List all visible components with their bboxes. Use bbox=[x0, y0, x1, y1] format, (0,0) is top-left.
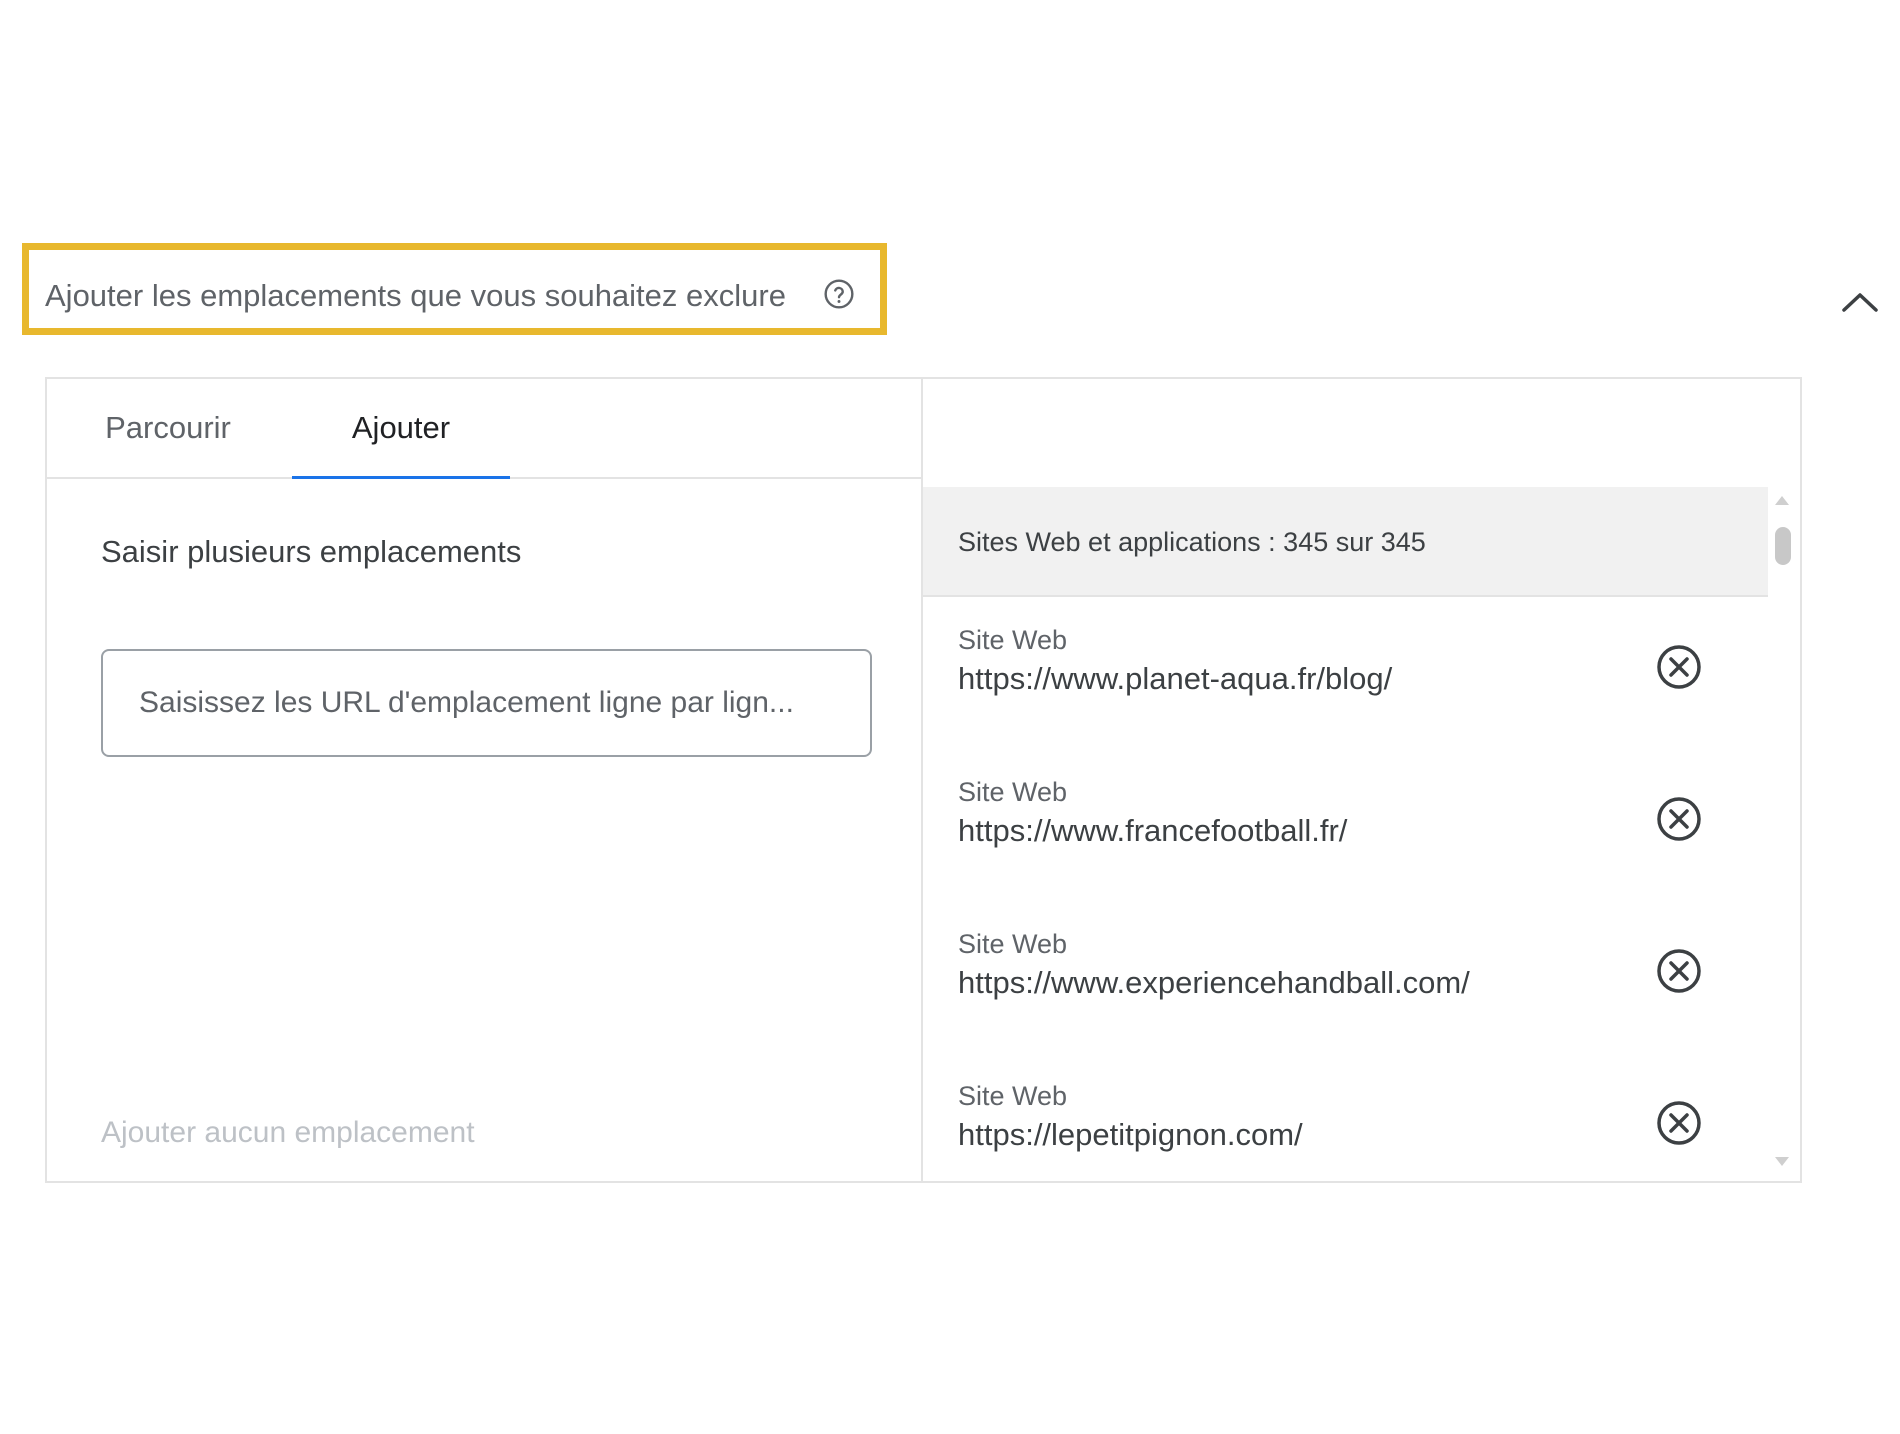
add-pane: Parcourir Ajouter Saisir plusieurs empla… bbox=[47, 379, 923, 1181]
remove-button[interactable] bbox=[1653, 793, 1705, 845]
scroll-thumb[interactable] bbox=[1775, 527, 1791, 565]
help-circle-icon[interactable] bbox=[823, 278, 855, 310]
page: Ajouter les emplacements que vous souhai… bbox=[0, 0, 1900, 1434]
list-count: Sites Web et applications : 345 sur 345 bbox=[958, 527, 1426, 557]
tab-add[interactable]: Ajouter bbox=[292, 379, 510, 479]
tab-browse[interactable]: Parcourir bbox=[93, 379, 243, 477]
add-none-button[interactable]: Ajouter aucun emplacement bbox=[101, 1116, 475, 1150]
close-circle-icon bbox=[1657, 1101, 1701, 1145]
scroll-down-arrow-icon[interactable] bbox=[1775, 1157, 1789, 1167]
item-url: https://lepetitpignon.com/ bbox=[958, 1117, 1303, 1152]
url-input[interactable] bbox=[101, 649, 872, 757]
close-circle-icon bbox=[1657, 645, 1701, 689]
item-url: https://www.experiencehandball.com/ bbox=[958, 965, 1470, 1000]
item-type: Site Web bbox=[958, 1081, 1068, 1111]
item-url: https://www.planet-aqua.fr/blog/ bbox=[958, 661, 1393, 696]
list-scrollbar[interactable] bbox=[1768, 487, 1796, 1179]
enter-multiple-label: Saisir plusieurs emplacements bbox=[101, 534, 522, 569]
placement-panel: Parcourir Ajouter Saisir plusieurs empla… bbox=[45, 377, 1802, 1183]
remove-button[interactable] bbox=[1653, 1097, 1705, 1149]
collapse-button[interactable] bbox=[1838, 280, 1882, 324]
list-item: Site Web https://www.francefootball.fr/ bbox=[923, 749, 1768, 899]
item-type: Site Web bbox=[958, 625, 1068, 655]
excluded-list-pane: Sites Web et applications : 345 sur 345 … bbox=[923, 379, 1800, 1181]
section-title: Ajouter les emplacements que vous souhai… bbox=[45, 278, 786, 313]
list-item: Site Web https://lepetitpignon.com/ bbox=[923, 1053, 1768, 1179]
list-item: Site Web https://www.experiencehandball.… bbox=[923, 901, 1768, 1051]
chevron-up-icon bbox=[1842, 293, 1878, 312]
item-type: Site Web bbox=[958, 929, 1068, 959]
close-circle-icon bbox=[1657, 949, 1701, 993]
scroll-up-arrow-icon[interactable] bbox=[1775, 495, 1789, 505]
item-type: Site Web bbox=[958, 777, 1068, 807]
remove-button[interactable] bbox=[1653, 641, 1705, 693]
remove-button[interactable] bbox=[1653, 945, 1705, 997]
list-header: Sites Web et applications : 345 sur 345 bbox=[923, 487, 1768, 597]
item-url: https://www.francefootball.fr/ bbox=[958, 813, 1348, 848]
tab-bar: Parcourir Ajouter bbox=[47, 379, 921, 479]
list-item: Site Web https://www.planet-aqua.fr/blog… bbox=[923, 597, 1768, 747]
close-circle-icon bbox=[1657, 797, 1701, 841]
